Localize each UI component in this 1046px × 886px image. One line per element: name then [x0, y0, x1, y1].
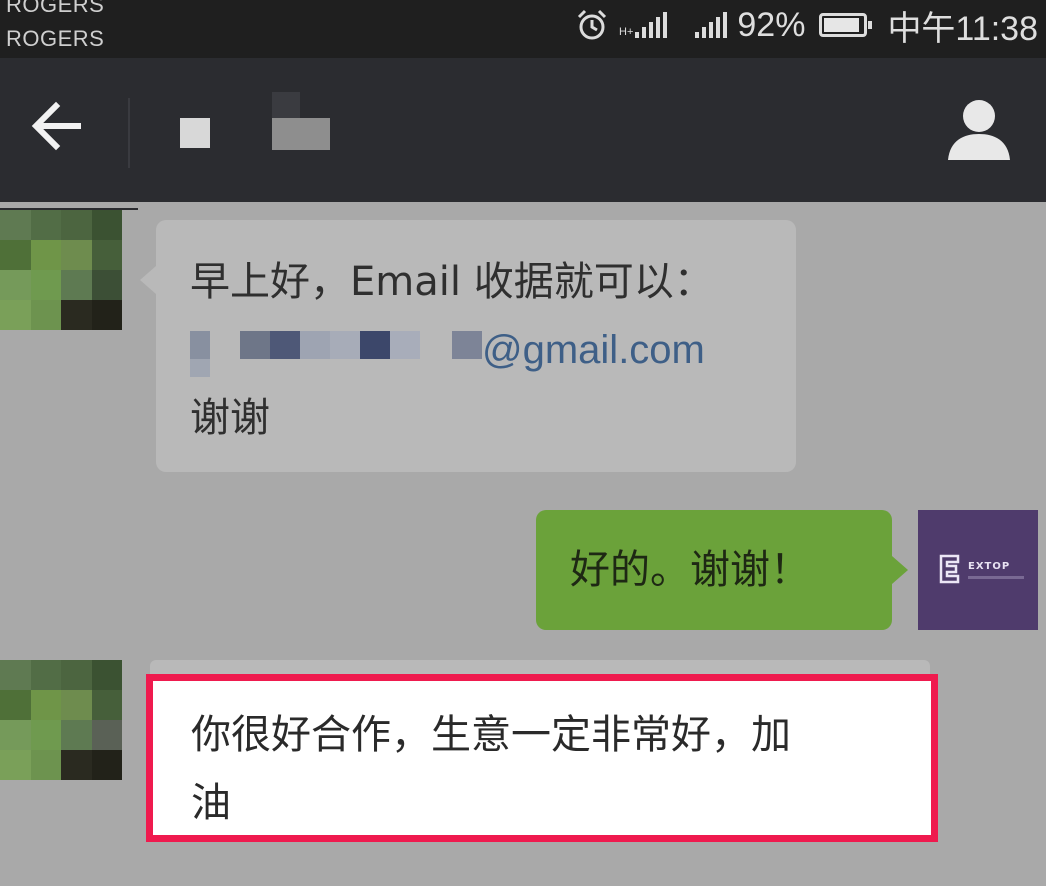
- message-text-continued: 油: [191, 780, 231, 826]
- battery-icon: [819, 13, 873, 37]
- email-address[interactable]: @gmail.com: [190, 316, 790, 384]
- carrier-name-secondary: ROGERS: [6, 26, 105, 51]
- cell-signal-icon: [635, 12, 668, 38]
- status-icons: H+ 92% 中午11:38: [575, 4, 1038, 48]
- message-text: 你很好合作，生意一定非常好，加: [191, 712, 791, 758]
- my-avatar[interactable]: EXTOP: [918, 510, 1038, 630]
- network-type-label: H+: [619, 26, 634, 38]
- status-bar: ROGERS ROGERS H+ 92% 中午11:38: [0, 0, 1046, 58]
- contact-name-pixelated: [180, 88, 340, 158]
- carrier-name: ROGERS: [6, 0, 105, 17]
- cell-signal-icon-secondary: [695, 12, 728, 38]
- brand-tagline-line: [968, 576, 1024, 579]
- avatar-border: [0, 208, 138, 210]
- battery-percent: 92%: [737, 5, 806, 44]
- message-bubble-incoming[interactable]: 早上好，Email 收据就可以： @gmail.com 谢谢: [140, 220, 796, 472]
- arrow-left-icon[interactable]: [28, 94, 88, 158]
- chat-area: 早上好，Email 收据就可以： @gmail.com 谢谢 好的。谢谢！ EX…: [0, 202, 1046, 886]
- highlighted-message[interactable]: 你很好合作，生意一定非常好，加 油: [146, 674, 938, 842]
- message-text: 早上好，Email 收据就可以：: [190, 259, 714, 305]
- person-icon[interactable]: [946, 96, 1012, 162]
- message-text: 好的。谢谢！: [570, 547, 810, 593]
- email-domain: @gmail.com: [482, 328, 705, 372]
- message-text-thanks: 谢谢: [190, 395, 270, 441]
- avatar[interactable]: [0, 660, 122, 780]
- brand-name: EXTOP: [968, 561, 1011, 572]
- brand-logo-icon: [939, 554, 960, 584]
- message-bubble-outgoing[interactable]: 好的。谢谢！: [536, 510, 908, 630]
- chat-header: [0, 58, 1046, 202]
- avatar[interactable]: [0, 210, 122, 330]
- alarm-clock-icon: [577, 9, 607, 40]
- clock-time: 中午11:38: [887, 9, 1038, 48]
- header-divider: [128, 98, 130, 168]
- email-username-pixelated: [190, 329, 482, 377]
